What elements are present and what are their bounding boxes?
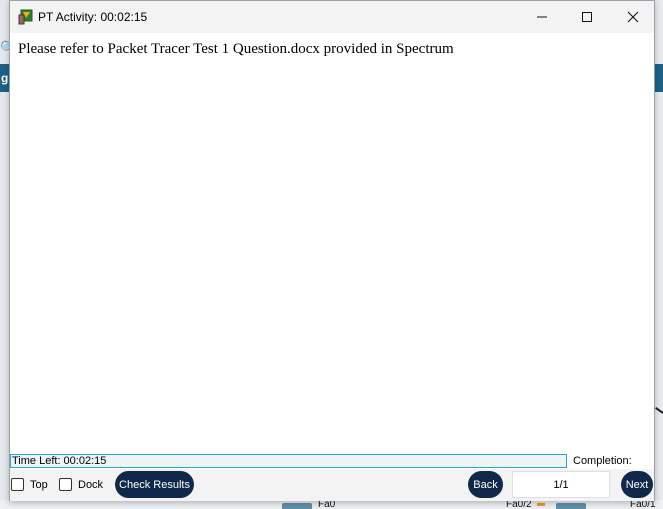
background-search-icon: 🔍 — [0, 40, 9, 55]
dock-checkbox-wrap[interactable]: Dock — [59, 478, 103, 491]
activity-instructions-pane: Please refer to Packet Tracer Test 1 Que… — [10, 33, 654, 453]
check-results-button[interactable]: Check Results — [115, 471, 194, 498]
next-button[interactable]: Next — [621, 471, 653, 498]
page-indicator: 1/1 — [512, 471, 610, 498]
instruction-text: Please refer to Packet Tracer Test 1 Que… — [18, 41, 454, 57]
close-icon — [627, 11, 639, 23]
title-bar[interactable]: PT Activity: 00:02:15 — [10, 1, 654, 33]
minimize-icon — [537, 16, 547, 18]
dock-checkbox[interactable] — [59, 478, 72, 491]
background-device — [282, 503, 312, 509]
time-left-bar: Time Left: 00:02:15 — [10, 454, 567, 468]
maximize-button[interactable] — [564, 1, 610, 33]
top-checkbox-label: Top — [30, 478, 48, 491]
activity-controls: Top Dock Check Results Back 1/1 Next — [10, 469, 654, 501]
background-tab-right — [654, 64, 663, 92]
background-device — [556, 503, 586, 509]
close-button[interactable] — [610, 1, 656, 33]
maximize-icon — [582, 12, 592, 22]
top-checkbox-wrap[interactable]: Top — [11, 478, 48, 491]
background-tab-fragment: gi — [0, 64, 9, 92]
background-cable — [537, 503, 545, 506]
dock-checkbox-label: Dock — [78, 478, 104, 491]
background-canvas-bottom: Fa0 Fa0/2 Fa0/1 — [0, 499, 663, 509]
window-title: PT Activity: 00:02:15 — [38, 10, 148, 24]
pt-activity-window: PT Activity: 00:02:15 Please refer to Pa… — [9, 0, 655, 501]
packet-tracer-app-icon — [18, 9, 34, 25]
minimize-button[interactable] — [519, 1, 565, 33]
back-button[interactable]: Back — [468, 471, 503, 498]
top-checkbox[interactable] — [11, 478, 24, 491]
